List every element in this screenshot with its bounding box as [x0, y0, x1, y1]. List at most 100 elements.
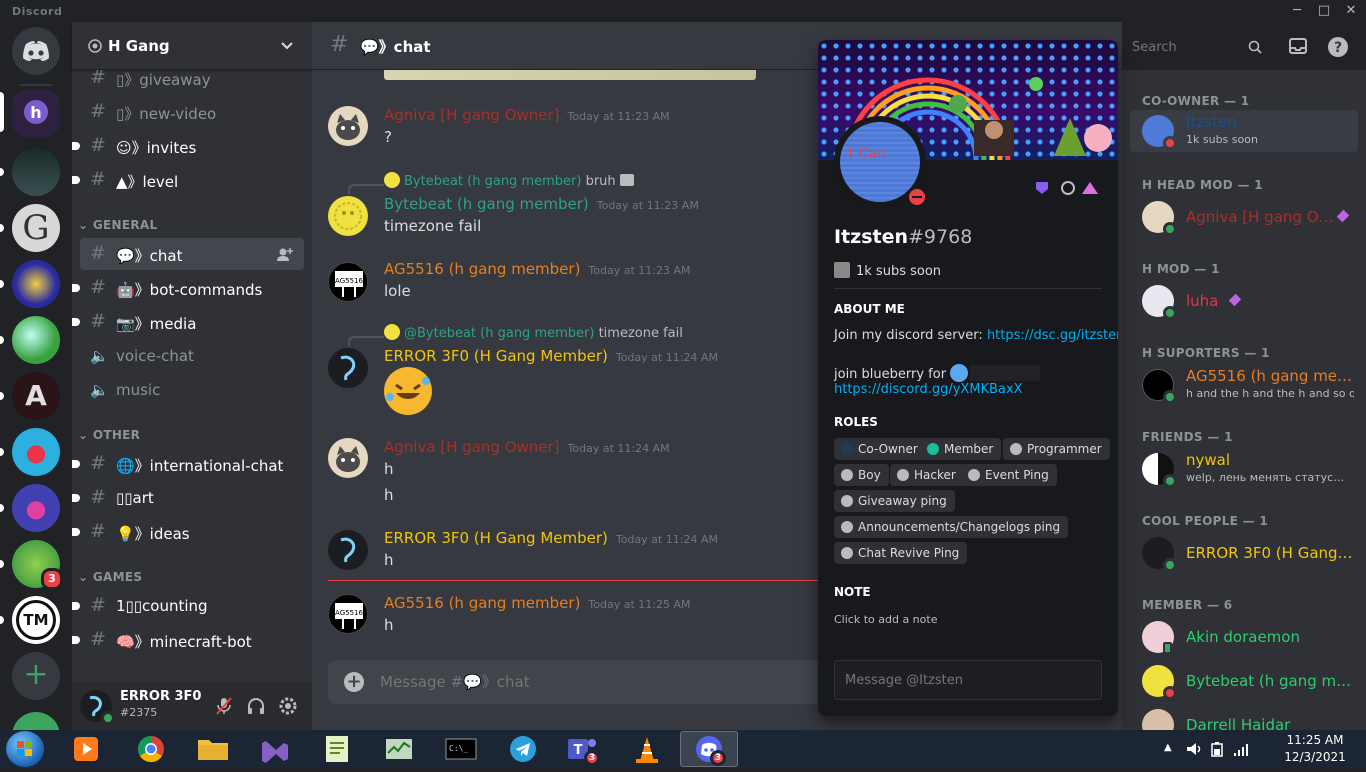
avatar[interactable]: AG5516	[328, 262, 368, 302]
member-item[interactable]: ERROR 3F0 (H Gang …	[1130, 532, 1358, 574]
explore-servers-button[interactable]	[12, 712, 60, 730]
author-name[interactable]: Bytebeat (h gang member)	[384, 195, 589, 213]
message-author[interactable]: Bytebeat (h gang member) Today at 11:23 A…	[384, 195, 699, 213]
channel-ideas[interactable]: # 💡》ideas	[72, 516, 304, 548]
taskbar-command-prompt[interactable]: C:\_	[432, 731, 490, 767]
network-signal-icon[interactable]	[1232, 740, 1250, 758]
member-item[interactable]: nywal welp, лень менять статус…	[1130, 448, 1358, 490]
author-name[interactable]: ERROR 3F0 (H Gang Member)	[384, 347, 608, 365]
avatar[interactable]	[328, 438, 368, 478]
clock-time[interactable]: 11:25 AM	[1270, 733, 1360, 747]
server-dark[interactable]	[12, 148, 60, 196]
server-beast2[interactable]	[12, 484, 60, 532]
message-author[interactable]: AG5516 (h gang member) Today at 11:25 AM	[384, 594, 691, 612]
taskbar-vlc[interactable]	[618, 731, 676, 767]
create-invite-icon[interactable]	[276, 246, 294, 262]
member-item[interactable]: Akin doraemon	[1130, 616, 1358, 658]
author-name[interactable]: Agniva [H gang Owner]	[384, 106, 560, 124]
channel-minecraft-bot[interactable]: # 🧠》minecraft-bot	[72, 624, 304, 656]
search-input[interactable]	[1132, 35, 1242, 59]
avatar[interactable]: AG5516	[328, 594, 368, 634]
embedded-image-strip[interactable]	[384, 70, 756, 80]
category-other[interactable]: ⌄ OTHER	[78, 428, 140, 442]
inbox-icon[interactable]	[1288, 36, 1308, 56]
search-box[interactable]	[1126, 35, 1268, 59]
channel-invites[interactable]: # ☺》invites	[72, 130, 304, 162]
member-item[interactable]: AG5516 (h gang mem… h and the h and the …	[1130, 364, 1358, 406]
message-author[interactable]: ERROR 3F0 (H Gang Member) Today at 11:24 …	[384, 347, 718, 365]
server-cyber[interactable]	[12, 260, 60, 308]
note-input[interactable]: Click to add a note	[834, 613, 937, 626]
taskbar-teams[interactable]: T 3	[554, 731, 612, 767]
channel-level[interactable]: # ▲》level	[72, 164, 304, 196]
channel-voice-chat[interactable]: 🔈 voice-chat	[80, 340, 304, 372]
attach-plus-icon[interactable]: +	[344, 672, 364, 692]
taskbar-file-explorer[interactable]	[184, 731, 242, 767]
home-button[interactable]	[12, 27, 60, 75]
member-item[interactable]: Darrell Haidar	[1130, 704, 1358, 730]
about-link[interactable]: https://discord.gg/yXMKBaxX	[834, 382, 1023, 397]
message-author[interactable]: ERROR 3F0 (H Gang Member) Today at 11:24 …	[384, 529, 718, 547]
channel-new-video[interactable]: # ▯》new-video	[80, 96, 304, 128]
channel-art[interactable]: # ▯▯art	[72, 482, 304, 514]
author-name[interactable]: Agniva [H gang Owner]	[384, 438, 560, 456]
channel-media[interactable]: # 📷》media	[72, 306, 304, 338]
avatar[interactable]	[328, 106, 368, 146]
add-server-button[interactable]: +	[12, 652, 60, 700]
avatar[interactable]	[328, 196, 368, 236]
channel-international-chat[interactable]: # 🌐》international-chat	[72, 448, 304, 480]
close-button[interactable]: ✕	[1338, 2, 1364, 20]
server-beast[interactable]	[12, 428, 60, 476]
message-author[interactable]: Agniva [H gang Owner] Today at 11:24 AM	[384, 438, 670, 456]
category-games[interactable]: ⌄ GAMES	[78, 570, 142, 584]
about-link[interactable]: https://dsc.gg/itzsten	[987, 328, 1118, 343]
battery-icon[interactable]	[1208, 740, 1226, 758]
reply-preview[interactable]: @Bytebeat (h gang member) timezone fail	[384, 324, 683, 341]
avatar[interactable]	[328, 530, 368, 570]
member-item[interactable]: luha	[1130, 280, 1358, 322]
direct-message-box[interactable]	[834, 660, 1102, 700]
maximize-button[interactable]: □	[1311, 2, 1337, 20]
channel-music[interactable]: 🔈 music	[80, 374, 304, 406]
server-h-gang[interactable]: h	[12, 90, 60, 138]
author-name[interactable]: AG5516 (h gang member)	[384, 260, 580, 278]
server-cloud[interactable]	[12, 316, 60, 364]
message-author[interactable]: Agniva [H gang Owner] Today at 11:23 AM	[384, 106, 670, 124]
member-item[interactable]: Agniva [H gang Ow…	[1130, 196, 1358, 238]
start-button[interactable]	[6, 731, 44, 767]
minimize-button[interactable]: ─	[1284, 2, 1310, 20]
settings-gear-icon[interactable]	[278, 696, 298, 716]
member-item[interactable]: Itzsten 1k subs soon	[1130, 110, 1358, 152]
message-input[interactable]	[380, 660, 800, 704]
guild-header[interactable]: H Gang	[72, 22, 312, 70]
clock-date[interactable]: 12/3/2021	[1270, 750, 1360, 764]
taskbar-chrome[interactable]	[122, 731, 180, 767]
reply-preview[interactable]: Bytebeat (h gang member) bruh	[384, 172, 634, 189]
server-g[interactable]: G	[12, 204, 60, 252]
server-tm[interactable]: TM	[12, 596, 60, 644]
taskbar-media-player[interactable]	[58, 731, 116, 767]
profile-username[interactable]: Itzsten#9768	[834, 226, 972, 248]
spoiler-block[interactable]	[970, 365, 1041, 381]
channel-giveaway[interactable]: # ▯》giveaway	[80, 70, 304, 94]
author-name[interactable]: ERROR 3F0 (H Gang Member)	[384, 529, 608, 547]
taskbar-discord[interactable]: 3	[680, 731, 738, 767]
direct-message-input[interactable]	[845, 661, 1091, 699]
category-general[interactable]: ⌄ GENERAL	[78, 218, 157, 232]
show-hidden-icons[interactable]: ▲	[1164, 742, 1172, 753]
taskbar-notepad-plus-plus[interactable]	[308, 731, 366, 767]
message-author[interactable]: AG5516 (h gang member) Today at 11:23 AM	[384, 260, 691, 278]
help-icon[interactable]: ?	[1327, 36, 1349, 58]
mute-mic-icon[interactable]	[214, 696, 234, 716]
channel-counting[interactable]: #1▯▯counting	[72, 590, 304, 622]
taskbar-telegram[interactable]	[494, 731, 552, 767]
member-item[interactable]: Bytebeat (h gang mem…	[1130, 660, 1358, 702]
server-a[interactable]: A	[12, 372, 60, 420]
channel-chat[interactable]: # 💬》chat	[80, 238, 304, 270]
avatar[interactable]	[328, 348, 368, 388]
headphones-icon[interactable]	[246, 696, 266, 716]
taskbar-visual-studio[interactable]	[246, 731, 304, 767]
channel-bot-commands[interactable]: # 🤖》bot-commands	[72, 272, 304, 304]
taskbar-task-manager[interactable]	[370, 731, 428, 767]
volume-icon[interactable]	[1184, 740, 1202, 758]
